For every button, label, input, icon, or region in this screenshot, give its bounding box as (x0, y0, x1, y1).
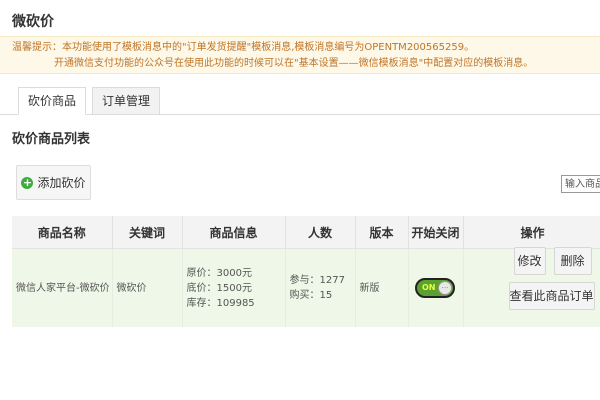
notice-banner: 温馨提示：本功能使用了模板消息中的"订单发货提醒"模板消息,模板消息编号为OPE… (0, 36, 600, 74)
notice-line-2: 开通微信支付功能的公众号在使用此功能的时候可以在"基本设置——微信模板消息"中配… (54, 58, 534, 69)
tab-bar: 砍价商品 订单管理 (0, 87, 600, 115)
tab-bargain-goods[interactable]: 砍价商品 (18, 87, 86, 115)
add-bargain-button[interactable]: + 添加砍价 (16, 165, 91, 200)
info-floor-price: 底价：1500元 (186, 282, 252, 294)
people-joined: 参与：1277 (289, 275, 345, 286)
cell-toggle: ON ··· (408, 248, 464, 327)
cell-info: 原价：3000元 底价：1500元 库存：109985 (182, 248, 286, 327)
goods-table: 商品名称 关键词 商品信息 人数 版本 开始关闭 操作 微信人家平台-微砍价 微… (12, 216, 600, 327)
on-off-toggle[interactable]: ON ··· (415, 278, 455, 298)
toggle-label: ON (422, 283, 436, 292)
table-row: 微信人家平台-微砍价 微砍价 原价：3000元 底价：1500元 库存：1099… (12, 247, 600, 327)
plus-circle-icon: + (21, 175, 34, 189)
add-bargain-label: 添加砍价 (37, 176, 86, 190)
col-header-keyword: 关键词 (112, 216, 183, 249)
info-original-price: 原价：3000元 (186, 267, 252, 279)
cell-name: 微信人家平台-微砍价 (12, 248, 113, 327)
info-stock: 库存：109985 (186, 297, 255, 309)
notice-line-1: 温馨提示：本功能使用了模板消息中的"订单发货提醒"模板消息,模板消息编号为OPE… (12, 42, 475, 53)
col-header-version: 版本 (355, 216, 409, 249)
section-title: 砍价商品列表 (12, 132, 91, 147)
page-title: 微砍价 (12, 14, 54, 30)
cell-actions: 修改 删除 查看此商品订单 (463, 247, 600, 327)
cell-people: 参与：1277 购买：15 (285, 248, 356, 327)
cell-version: 新版 (355, 248, 409, 327)
col-header-info: 商品信息 (182, 216, 286, 249)
col-header-people: 人数 (285, 216, 356, 249)
view-orders-button[interactable]: 查看此商品订单 (508, 282, 595, 310)
col-header-toggle: 开始关闭 (408, 216, 464, 249)
search-input[interactable] (561, 175, 600, 193)
people-bought: 购买：15 (289, 290, 333, 301)
cell-keyword: 微砍价 (112, 248, 183, 327)
delete-button[interactable]: 删除 (553, 247, 592, 275)
col-header-actions: 操作 (463, 216, 600, 249)
col-header-name: 商品名称 (12, 216, 113, 249)
tab-order-management[interactable]: 订单管理 (92, 87, 160, 115)
table-header-row: 商品名称 关键词 商品信息 人数 版本 开始关闭 操作 (12, 216, 600, 249)
toggle-knob: ··· (438, 281, 452, 295)
edit-button[interactable]: 修改 (513, 247, 546, 275)
